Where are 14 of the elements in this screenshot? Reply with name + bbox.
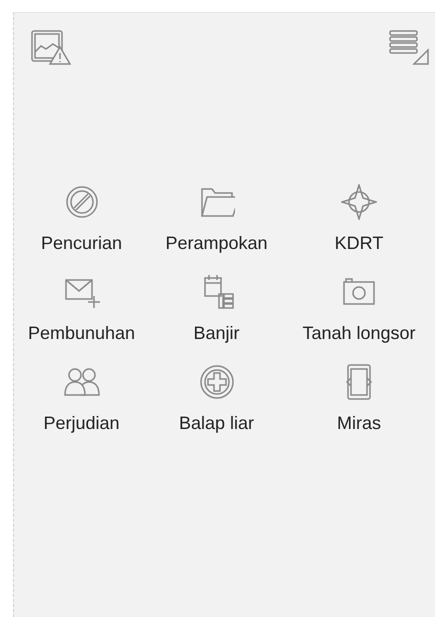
category-label[interactable]: Miras [337,413,381,434]
category-label[interactable]: Tanah longsor [302,323,416,344]
category-label[interactable]: Banjir [193,323,240,344]
category-label[interactable]: Pencurian [40,233,122,254]
list-resize-icon[interactable] [389,30,429,66]
category-label[interactable]: Perampokan [165,233,268,254]
plus-circle-icon [198,364,234,400]
category-label[interactable]: Perjudian [43,413,120,434]
category-label[interactable]: Pembunuhan [28,323,136,344]
category-label[interactable]: Balap liar [178,413,254,434]
no-entry-icon [64,184,100,220]
image-warning-icon[interactable] [31,30,71,66]
category-label[interactable]: KDRT [334,233,384,254]
compass-icon [341,184,377,220]
